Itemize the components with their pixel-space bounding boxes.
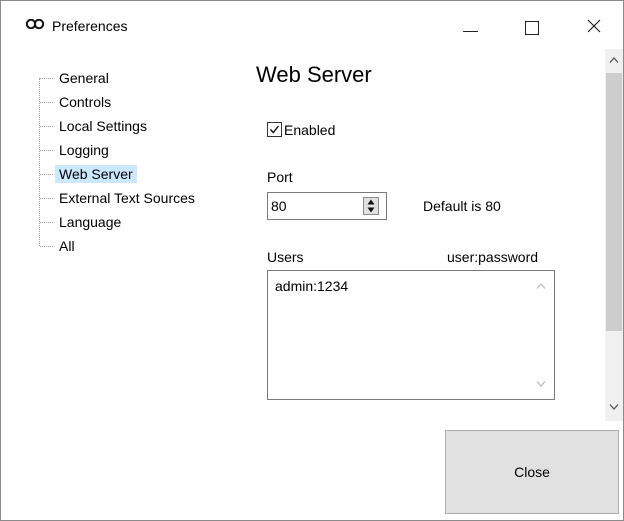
minimize-button[interactable]	[447, 1, 493, 49]
tree-branch-line	[40, 222, 53, 223]
tree-branch-line	[40, 78, 53, 79]
tree-item-label: Local Settings	[59, 118, 147, 134]
title-bar[interactable]: Preferences	[1, 1, 623, 49]
tree-item-label: Logging	[59, 142, 109, 158]
tree-item-label: Controls	[59, 94, 112, 110]
maximize-button[interactable]	[509, 1, 555, 49]
port-input[interactable]: 80	[267, 192, 387, 220]
triangle-down-icon[interactable]	[367, 207, 375, 213]
chevron-up-icon[interactable]	[536, 283, 546, 289]
port-value: 80	[271, 198, 287, 214]
tree-item-label: General	[59, 70, 109, 86]
chevron-down-icon[interactable]	[536, 381, 546, 387]
users-format-hint: user:password	[447, 249, 539, 265]
users-label: Users	[267, 249, 304, 265]
tree-item-external-text-sources[interactable]: External Text Sources	[39, 188, 239, 210]
port-spinner[interactable]	[363, 197, 379, 215]
tree-item-label: External Text Sources	[59, 190, 195, 206]
tree-item-general[interactable]: General	[39, 68, 239, 90]
close-button[interactable]: Close	[445, 430, 619, 514]
tree-branch-line	[40, 246, 53, 247]
tree-branch-line	[40, 174, 53, 175]
app-logo-icon	[26, 19, 44, 29]
port-default-hint: Default is 80	[423, 198, 501, 214]
minimize-icon	[463, 31, 478, 32]
chevron-down-icon[interactable]	[609, 404, 619, 410]
port-label: Port	[267, 169, 293, 185]
scrollbar-thumb[interactable]	[606, 73, 622, 331]
close-icon	[587, 19, 601, 33]
tree-branch-line	[40, 102, 53, 103]
tree-item-controls[interactable]: Controls	[39, 92, 239, 114]
users-text: admin:1234	[275, 278, 349, 294]
tree-item-web-server[interactable]: Web Server	[39, 164, 239, 186]
tree-branch-line	[40, 198, 53, 199]
tree-item-label: Language	[59, 214, 122, 230]
tree-item-local-settings[interactable]: Local Settings	[39, 116, 239, 138]
tree-branch-line	[40, 150, 53, 151]
maximize-icon	[525, 21, 539, 35]
tree-item-label: All	[59, 238, 75, 254]
check-icon	[269, 125, 280, 134]
users-textarea[interactable]: admin:1234	[267, 270, 555, 400]
close-window-button[interactable]	[571, 1, 617, 49]
preferences-window: Preferences General Controls Local Setti…	[0, 0, 624, 521]
triangle-up-icon[interactable]	[367, 199, 375, 205]
users-scrollbar[interactable]	[532, 275, 550, 395]
tree-item-label: Web Server	[55, 165, 137, 183]
close-button-label: Close	[514, 464, 550, 480]
window-title: Preferences	[52, 18, 128, 34]
enabled-checkbox[interactable]	[267, 122, 282, 137]
tree-branch-line	[40, 126, 53, 127]
section-heading: Web Server	[256, 62, 372, 87]
chevron-up-icon[interactable]	[609, 57, 619, 63]
page-scrollbar[interactable]	[605, 49, 623, 421]
enabled-label: Enabled	[284, 122, 336, 138]
tree-item-logging[interactable]: Logging	[39, 140, 239, 162]
tree-item-all[interactable]: All	[39, 236, 239, 258]
tree-item-language[interactable]: Language	[39, 212, 239, 234]
